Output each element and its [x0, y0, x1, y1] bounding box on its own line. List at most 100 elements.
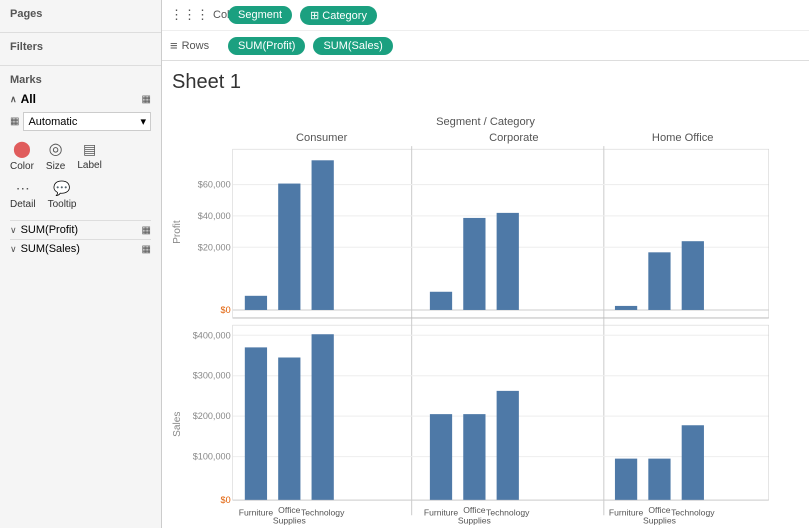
bar-consumer-technology-profit: [312, 160, 334, 310]
sum-profit-bar-icon: ▦: [142, 225, 151, 236]
svg-text:Furniture: Furniture: [609, 507, 644, 517]
detail-icon: ⋯: [16, 180, 30, 197]
rows-icon: ≡: [170, 38, 178, 53]
profit-pill[interactable]: SUM(Profit): [228, 37, 305, 55]
bar-homeoffice-technology-sales: [682, 425, 704, 500]
columns-label: ⋮⋮⋮ Columns: [170, 7, 220, 23]
svg-text:Office: Office: [278, 505, 300, 515]
bar-type-icon: ▦: [10, 116, 19, 127]
tooltip-label: Tooltip: [48, 199, 77, 210]
rows-label: ≡ Rows: [170, 38, 220, 53]
label-icon: ▤: [83, 141, 96, 158]
svg-text:Office: Office: [648, 505, 670, 515]
chart-svg: Segment / Category Consumer Corporate Ho…: [172, 98, 799, 528]
marks-dropdown-row: ▦ Automatic ▾: [10, 112, 151, 131]
label-button[interactable]: ▤ Label: [77, 141, 101, 171]
bar-homeoffice-officesupplies-sales: [648, 459, 670, 500]
rows-row: ≡ Rows SUM(Profit) SUM(Sales): [162, 30, 809, 60]
svg-text:Office: Office: [463, 505, 485, 515]
size-label: Size: [46, 161, 65, 172]
svg-text:Technology: Technology: [486, 507, 530, 517]
marks-section: Marks ∧ All ▦ ▦ Automatic ▾ ⬤ Color ◎ Si…: [0, 66, 161, 528]
columns-row: ⋮⋮⋮ Columns Segment ⊞ Category: [162, 0, 809, 30]
sum-profit-chevron: ∨: [10, 225, 17, 236]
tooltip-button[interactable]: 💬 Tooltip: [48, 180, 77, 210]
color-button[interactable]: ⬤ Color: [10, 139, 34, 172]
svg-text:$20,000: $20,000: [198, 242, 231, 252]
sheet-title: Sheet 1: [172, 71, 799, 94]
svg-text:Profit: Profit: [172, 220, 183, 244]
svg-text:$400,000: $400,000: [193, 330, 231, 340]
sum-sales-bar-icon: ▦: [142, 244, 151, 255]
columns-icon: ⋮⋮⋮: [170, 7, 209, 23]
bar-consumer-furniture-sales: [245, 347, 267, 500]
size-button[interactable]: ◎ Size: [46, 139, 65, 172]
svg-text:Furniture: Furniture: [239, 507, 274, 517]
main-area: ⋮⋮⋮ Columns Segment ⊞ Category ≡ Rows SU…: [162, 0, 809, 528]
segment-pill[interactable]: Segment: [228, 6, 292, 24]
sales-pill-text: SUM(Sales): [323, 40, 382, 52]
svg-text:$300,000: $300,000: [193, 371, 231, 381]
svg-text:Home Office: Home Office: [652, 132, 714, 144]
marks-dropdown[interactable]: Automatic ▾: [23, 112, 151, 131]
bar-consumer-officesupplies-sales: [278, 357, 300, 500]
pages-section: Pages: [0, 0, 161, 33]
bar-homeoffice-officesupplies-profit: [648, 252, 670, 310]
profit-pill-text: SUM(Profit): [238, 40, 295, 52]
detail-label: Detail: [10, 199, 36, 210]
toolbar: ⋮⋮⋮ Columns Segment ⊞ Category ≡ Rows SU…: [162, 0, 809, 61]
marks-all-label: ∧ All: [10, 92, 36, 106]
svg-text:$40,000: $40,000: [198, 211, 231, 221]
bar-chart-icon: ▦: [142, 94, 151, 105]
category-pill[interactable]: ⊞ Category: [300, 6, 377, 25]
sheet-area: Sheet 1 Segment / Category Consumer Corp…: [162, 61, 809, 528]
filters-label: Filters: [10, 41, 151, 53]
color-label: Color: [10, 161, 34, 172]
marks-all-text: All: [21, 92, 36, 106]
size-icon: ◎: [49, 139, 63, 159]
bar-corporate-furniture-profit: [430, 292, 452, 310]
svg-text:Corporate: Corporate: [489, 132, 538, 144]
bar-consumer-furniture-profit: [245, 296, 267, 310]
marks-icons-row: ⬤ Color ◎ Size ▤ Label: [10, 139, 151, 172]
sum-profit-text: SUM(Profit): [21, 224, 78, 236]
svg-text:$60,000: $60,000: [198, 180, 231, 190]
marks-label: Marks: [10, 74, 151, 86]
bar-consumer-officesupplies-profit: [278, 184, 300, 310]
sum-sales-label: ∨ SUM(Sales): [10, 243, 80, 255]
svg-text:Consumer: Consumer: [296, 132, 348, 144]
sum-sales-row: ∨ SUM(Sales) ▦: [10, 239, 151, 258]
bar-corporate-officesupplies-sales: [463, 414, 485, 500]
bar-corporate-furniture-sales: [430, 414, 452, 500]
svg-text:Sales: Sales: [172, 412, 183, 437]
sum-profit-row: ∨ SUM(Profit) ▦: [10, 220, 151, 239]
detail-button[interactable]: ⋯ Detail: [10, 180, 36, 210]
svg-text:Technology: Technology: [671, 507, 715, 517]
svg-text:Segment / Category: Segment / Category: [436, 116, 535, 128]
sales-pill[interactable]: SUM(Sales): [313, 37, 392, 55]
svg-text:$100,000: $100,000: [193, 452, 231, 462]
label-label: Label: [77, 160, 101, 171]
bar-corporate-technology-profit: [497, 213, 519, 310]
marks-detail-row: ⋯ Detail 💬 Tooltip: [10, 180, 151, 210]
bar-homeoffice-technology-profit: [682, 241, 704, 310]
bar-homeoffice-furniture-profit: [615, 306, 637, 310]
bar-homeoffice-furniture-sales: [615, 459, 637, 500]
category-pill-text: ⊞ Category: [310, 9, 367, 22]
bar-corporate-officesupplies-profit: [463, 218, 485, 310]
segment-pill-text: Segment: [238, 9, 282, 21]
sidebar: Pages Filters Marks ∧ All ▦ ▦ Automatic …: [0, 0, 162, 528]
svg-text:$0: $0: [221, 305, 231, 315]
chevron-down-icon: ∧: [10, 94, 17, 105]
marks-all-row: ∧ All ▦: [10, 92, 151, 106]
filters-section: Filters: [0, 33, 161, 66]
tooltip-icon: 💬: [53, 180, 70, 197]
svg-text:$200,000: $200,000: [193, 411, 231, 421]
bar-corporate-technology-sales: [497, 391, 519, 500]
sum-sales-chevron: ∨: [10, 244, 17, 255]
svg-text:$0: $0: [221, 495, 231, 505]
svg-text:Technology: Technology: [301, 507, 345, 517]
chart-container: Segment / Category Consumer Corporate Ho…: [172, 98, 799, 528]
sum-sales-text: SUM(Sales): [21, 243, 80, 255]
bar-consumer-technology-sales: [312, 334, 334, 500]
